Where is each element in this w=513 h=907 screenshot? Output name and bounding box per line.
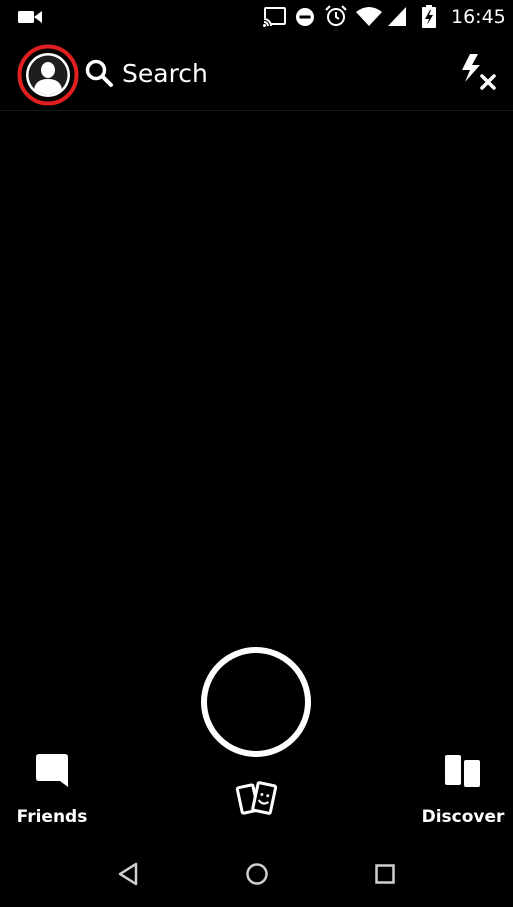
back-button[interactable] — [110, 856, 146, 892]
flash-toggle-button[interactable] — [458, 52, 498, 94]
video-camera-icon — [18, 11, 42, 23]
recents-button[interactable] — [367, 856, 403, 892]
profile-avatar-icon — [17, 44, 79, 106]
search-icon — [85, 59, 113, 87]
flash-off-icon — [462, 54, 496, 90]
header: Search — [0, 34, 513, 110]
search-label: Search — [122, 59, 208, 88]
cast-icon — [263, 7, 286, 27]
home-icon — [246, 863, 268, 885]
status-time: 16:45 — [451, 6, 506, 28]
shutter-button[interactable] — [201, 647, 311, 757]
memories-icon — [235, 781, 278, 815]
status-bar: 16:45 — [0, 0, 513, 34]
search-button[interactable]: Search — [84, 52, 224, 96]
android-nav-bar — [0, 838, 513, 907]
discover-label: Discover — [421, 807, 505, 827]
cell-signal-icon — [388, 7, 406, 26]
back-icon — [118, 862, 138, 886]
do-not-disturb-icon — [296, 8, 314, 26]
profile-avatar-button[interactable] — [17, 44, 79, 106]
discover-button[interactable]: Discover — [420, 752, 506, 832]
alarm-icon — [325, 5, 347, 26]
friends-label: Friends — [16, 807, 88, 827]
wifi-icon — [356, 7, 382, 26]
recents-icon — [375, 864, 395, 884]
discover-icon — [445, 755, 480, 787]
chat-bubble-icon — [36, 754, 68, 787]
battery-charging-icon — [422, 5, 436, 28]
memories-button[interactable] — [234, 779, 280, 821]
home-button[interactable] — [239, 856, 275, 892]
friends-button[interactable]: Friends — [12, 752, 92, 832]
